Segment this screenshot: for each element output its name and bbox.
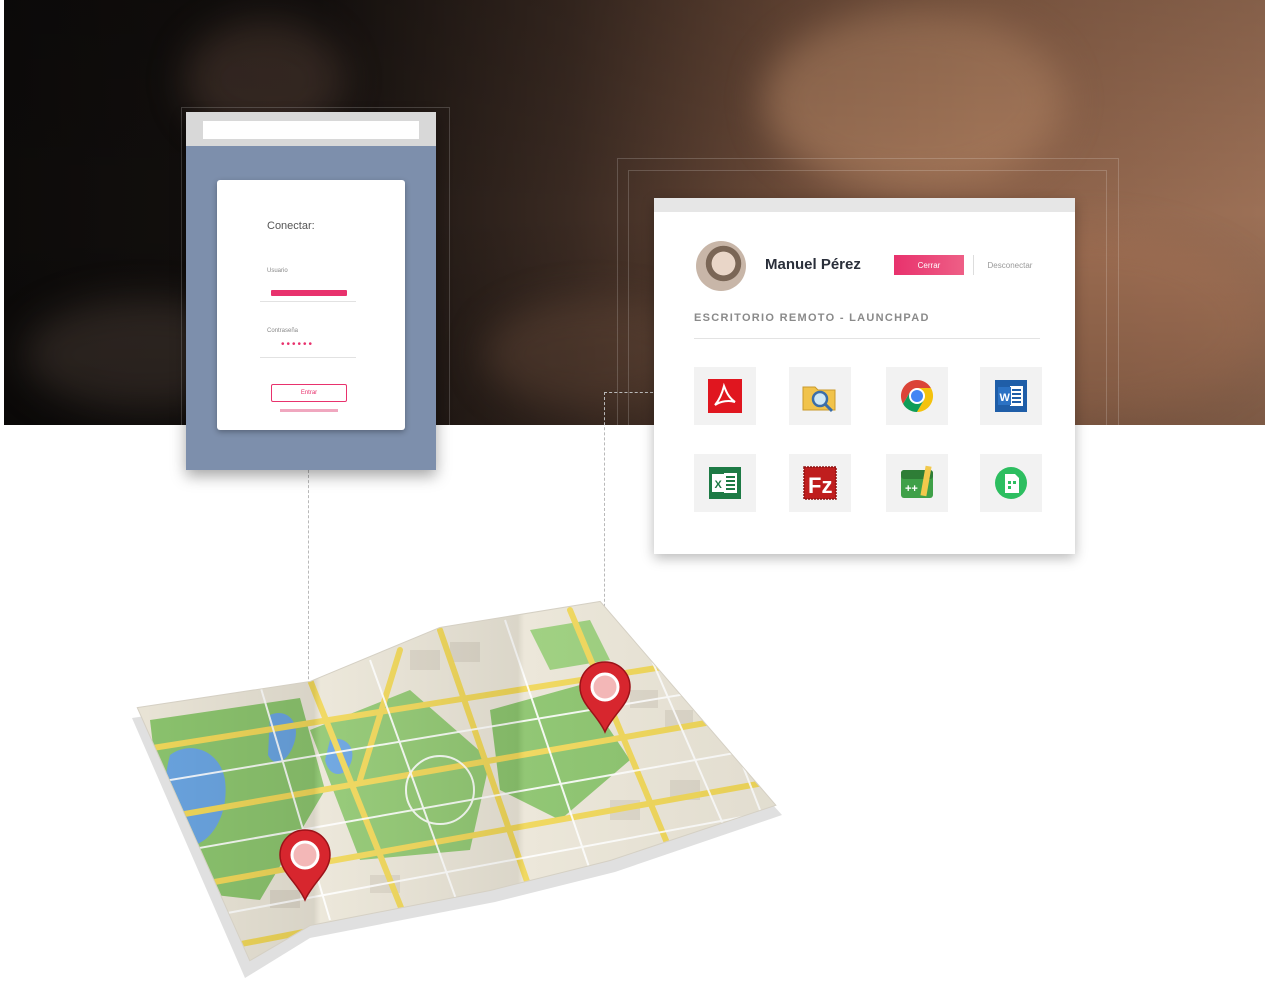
app-tile-folder-search[interactable] [789,367,851,425]
word-icon: W [995,380,1027,412]
folder-search-icon [802,386,836,413]
user-name: Manuel Pérez [765,256,861,273]
panel-top-bar [654,198,1075,212]
username-input[interactable] [271,290,347,296]
app-tile-chrome[interactable] [886,367,948,425]
chrome-icon [900,379,934,413]
app-tile-calculator[interactable]: ++ [886,454,948,512]
calculator-app-icon: ++ [901,465,933,498]
svg-text:W: W [1000,392,1011,404]
password-input[interactable]: •••••• [281,339,314,350]
excel-icon: X [709,467,741,499]
password-label: Contraseña [267,328,299,334]
app-tile-pdf[interactable] [694,367,756,425]
app-tile-filezilla[interactable]: Fz [789,454,851,512]
disconnect-button[interactable]: Desconectar [973,255,1046,275]
enter-button[interactable]: Entrar [271,384,347,402]
pdf-icon [708,379,742,413]
field-underline [260,357,356,358]
address-bar[interactable] [203,121,419,139]
avatar [696,241,746,291]
button-underline [280,409,338,412]
section-title: ESCRITORIO REMOTO - LAUNCHPAD [694,312,930,324]
phone-mockup: Conectar: Usuario Contraseña •••••• Entr… [186,112,436,470]
user-label: Usuario [267,268,288,274]
field-underline [260,301,356,302]
app-tile-evernote[interactable] [980,454,1042,512]
launchpad-panel: Manuel Pérez Cerrar Desconectar ESCRITOR… [654,198,1075,554]
filezilla-icon: Fz [803,466,837,500]
svg-text:X: X [715,479,723,491]
app-tile-word[interactable]: W [980,367,1042,425]
evernote-icon [995,467,1027,499]
login-title: Conectar: [267,220,315,232]
login-card: Conectar: Usuario Contraseña •••••• Entr… [217,180,405,430]
divider [694,338,1040,339]
svg-text:Fz: Fz [808,473,832,498]
folded-map-icon [132,600,782,978]
close-button[interactable]: Cerrar [894,255,964,275]
phone-top-bar [186,112,436,146]
svg-text:++: ++ [905,483,918,495]
app-tile-excel[interactable]: X [694,454,756,512]
